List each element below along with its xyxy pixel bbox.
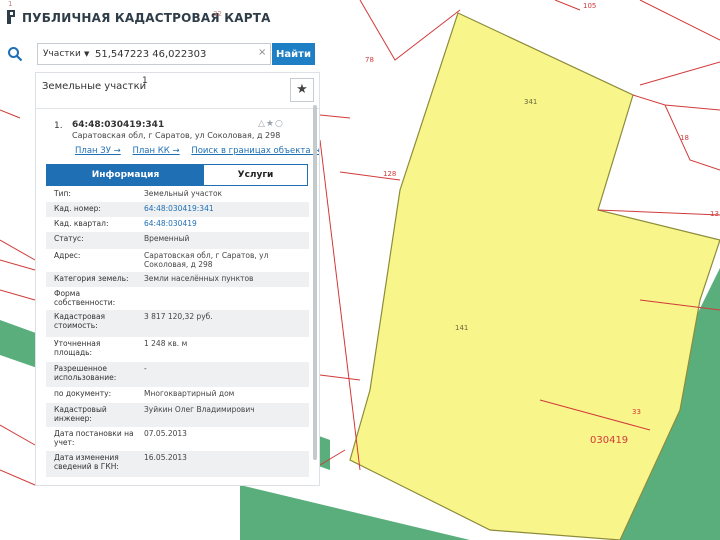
corner-label-2: 32 bbox=[213, 10, 222, 18]
map-label-341: 341 bbox=[524, 98, 537, 106]
result-actions-icon[interactable]: △★○ bbox=[258, 119, 284, 129]
row-key: Дата изменения сведений в ГКН: bbox=[54, 453, 119, 471]
map-label-18: 18 bbox=[680, 134, 689, 142]
row-key: Уточненная площадь: bbox=[54, 339, 101, 357]
row-value: Зуйкин Олег Владимирович bbox=[144, 405, 255, 414]
search-input[interactable] bbox=[95, 46, 255, 62]
row-value: 3 817 120,32 руб. bbox=[144, 312, 213, 321]
logo-icon bbox=[7, 10, 15, 24]
tab-information[interactable]: Информация bbox=[47, 165, 204, 185]
row-key: Кадастровый инженер: bbox=[54, 405, 107, 423]
plan-kk-link[interactable]: План КК → bbox=[132, 146, 179, 156]
table-row: Форма собственности: bbox=[46, 287, 309, 310]
map-label-78: 78 bbox=[365, 56, 374, 64]
table-row: Категория земель: Земли населённых пункт… bbox=[46, 272, 309, 287]
row-key: Статус: bbox=[54, 234, 84, 243]
result-index: 1. bbox=[54, 121, 63, 131]
result-address: Саратовская обл, г Саратов, ул Соколовая… bbox=[72, 131, 281, 140]
info-tabs: Информация Услуги bbox=[46, 164, 308, 186]
row-key: по документу: bbox=[54, 389, 112, 398]
table-row: Кад. квартал: 64:48:030419 bbox=[46, 217, 309, 232]
row-key: Форма собственности: bbox=[54, 289, 116, 307]
app-title: ПУБЛИЧНАЯ КАДАСТРОВАЯ КАРТА bbox=[22, 11, 271, 25]
table-row: Адрес: Саратовская обл, г Саратов, ул Со… bbox=[46, 249, 309, 272]
panel-title: Земельные участки bbox=[42, 81, 147, 92]
row-key: Тип: bbox=[54, 189, 71, 198]
row-key: Разрешенное использование: bbox=[54, 364, 117, 382]
search-button[interactable]: Найти bbox=[272, 43, 315, 65]
table-row: Дата постановки на учет: 07.05.2013 bbox=[46, 427, 309, 451]
search-row: Участки ▼ × Найти bbox=[0, 40, 320, 70]
table-row: Кадастровая стоимость: 3 817 120,32 руб. bbox=[46, 310, 309, 337]
row-value-link[interactable]: 64:48:030419 bbox=[144, 219, 306, 228]
panel-scrollbar[interactable] bbox=[313, 105, 317, 460]
row-key: Дата постановки на учет: bbox=[54, 429, 134, 447]
search-icon[interactable] bbox=[7, 46, 23, 62]
results-panel: Земельные участки 1 ★ 1. 64:48:030419:34… bbox=[35, 72, 320, 486]
row-value: Многоквартирный дом bbox=[144, 389, 235, 398]
divider bbox=[36, 108, 319, 109]
corner-label: 1 bbox=[8, 0, 13, 8]
result-links: План ЗУ → План КК → Поиск в границах объ… bbox=[75, 146, 319, 156]
row-key: Кад. номер: bbox=[54, 204, 101, 213]
table-row: по документу: Многоквартирный дом bbox=[46, 387, 309, 403]
clear-icon[interactable]: × bbox=[258, 47, 266, 58]
map-label-141: 141 bbox=[455, 324, 468, 332]
map-label-13: 13 bbox=[710, 210, 719, 218]
map-label-105: 105 bbox=[583, 2, 596, 10]
tab-services[interactable]: Услуги bbox=[204, 165, 307, 185]
row-value: Саратовская обл, г Саратов, ул Соколовая… bbox=[144, 251, 269, 269]
search-in-bounds-link[interactable]: Поиск в границах объекта → bbox=[191, 146, 319, 156]
app-header: ПУБЛИЧНАЯ КАДАСТРОВАЯ КАРТА 1 32 bbox=[0, 0, 320, 36]
row-key: Кад. квартал: bbox=[54, 219, 109, 228]
map-label-quarter: 030419 bbox=[590, 435, 628, 446]
table-row: Кадастровый инженер: Зуйкин Олег Владими… bbox=[46, 403, 309, 427]
row-value: 16.05.2013 bbox=[144, 453, 187, 462]
plan-zu-link[interactable]: План ЗУ → bbox=[75, 146, 121, 156]
row-value: Земельный участок bbox=[144, 189, 223, 198]
row-value: 07.05.2013 bbox=[144, 429, 187, 438]
table-row: Дата изменения сведений в ГКН: 16.05.201… bbox=[46, 451, 309, 477]
table-row: Кад. номер: 64:48:030419:341 bbox=[46, 202, 309, 217]
table-row: Статус: Временный bbox=[46, 232, 309, 249]
row-value: 1 248 кв. м bbox=[144, 339, 188, 348]
row-key: Категория земель: bbox=[54, 274, 129, 283]
row-value: Временный bbox=[144, 234, 190, 243]
result-cadastral-number[interactable]: 64:48:030419:341 bbox=[72, 120, 164, 130]
row-value: - bbox=[144, 364, 147, 373]
table-row: Разрешенное использование: - bbox=[46, 362, 309, 387]
table-row: Уточненная площадь: 1 248 кв. м bbox=[46, 337, 309, 362]
search-type-select[interactable]: Участки bbox=[43, 49, 81, 59]
row-key: Кадастровая стоимость: bbox=[54, 312, 106, 330]
favorite-button[interactable]: ★ bbox=[290, 78, 314, 102]
table-row: Тип: Земельный участок bbox=[46, 187, 309, 202]
row-value-link[interactable]: 64:48:030419:341 bbox=[144, 204, 306, 213]
map-label-128: 128 bbox=[383, 170, 396, 178]
chevron-down-icon[interactable]: ▼ bbox=[84, 50, 89, 58]
row-key: Адрес: bbox=[54, 251, 81, 260]
results-count: 1 bbox=[142, 76, 148, 86]
row-value: Земли населённых пунктов bbox=[144, 274, 254, 283]
search-box: Участки ▼ × bbox=[37, 43, 271, 65]
map-label-33: 33 bbox=[632, 408, 641, 416]
